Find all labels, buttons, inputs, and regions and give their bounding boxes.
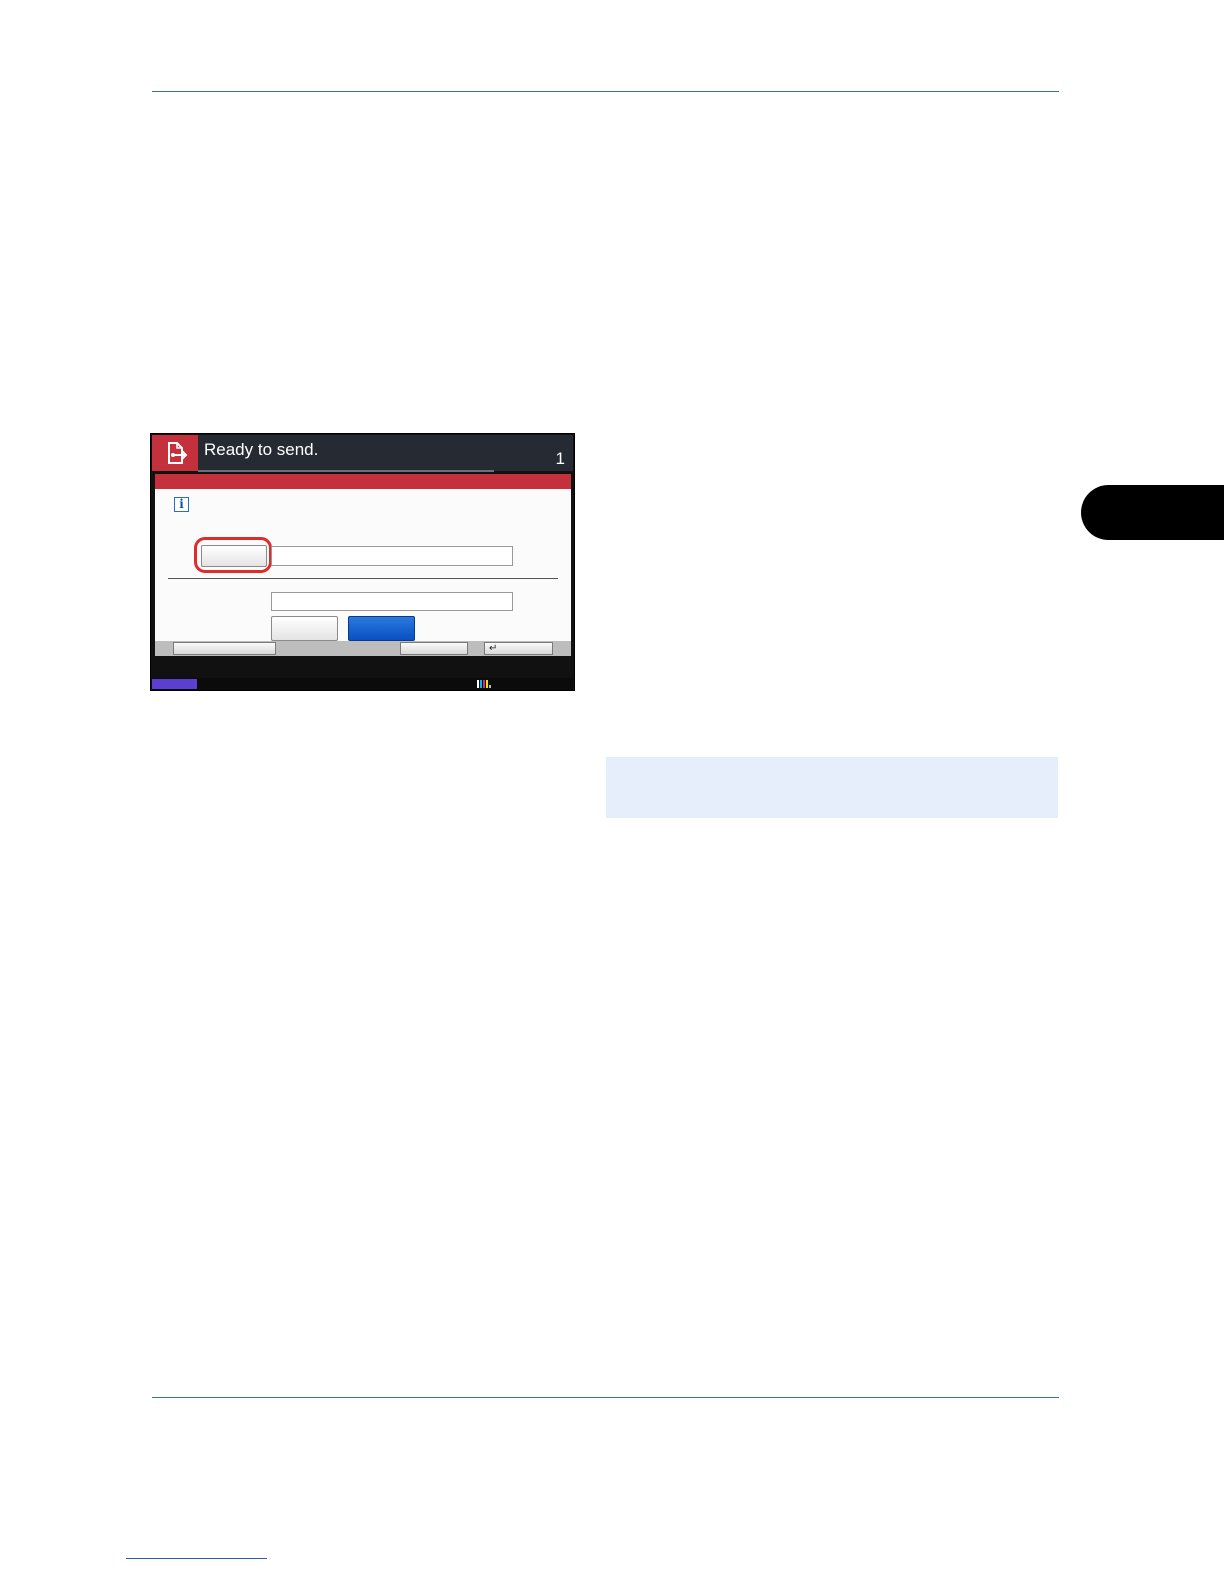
status-message: Ready to send. xyxy=(204,440,319,459)
system-status-strip xyxy=(152,678,573,690)
highlight-ring xyxy=(194,537,272,573)
toner-level-icon xyxy=(477,680,491,688)
job-count: 1 xyxy=(555,449,565,468)
footer-link-underline xyxy=(126,1558,267,1559)
option-button-off[interactable] xyxy=(271,616,338,641)
enter-button[interactable]: ↵ xyxy=(484,642,553,655)
section-divider xyxy=(168,578,558,579)
dialog-body: i xyxy=(155,489,571,656)
note-box xyxy=(606,757,1058,818)
title-bar: Ready to send. 1 xyxy=(152,435,573,472)
footer-rule xyxy=(152,1397,1059,1398)
enter-arrow-icon: ↵ xyxy=(489,643,498,654)
send-document-icon[interactable] xyxy=(152,435,198,471)
info-icon: i xyxy=(174,497,189,512)
cancel-button[interactable] xyxy=(400,642,468,655)
status-indicator[interactable] xyxy=(152,679,197,689)
dialog-header-bar xyxy=(155,474,571,489)
header-rule xyxy=(152,91,1059,92)
dialog-panel: i ↵ xyxy=(155,474,571,656)
bottom-button-bar: ↵ xyxy=(155,641,571,656)
entry-field-2[interactable] xyxy=(271,592,513,611)
chapter-tab xyxy=(1081,485,1224,540)
bottom-left-button[interactable] xyxy=(173,642,276,655)
title-underline xyxy=(198,470,494,472)
device-screen: Ready to send. 1 i ↵ xyxy=(150,433,575,691)
option-button-on[interactable] xyxy=(348,616,415,641)
entry-field-1[interactable] xyxy=(271,546,513,566)
